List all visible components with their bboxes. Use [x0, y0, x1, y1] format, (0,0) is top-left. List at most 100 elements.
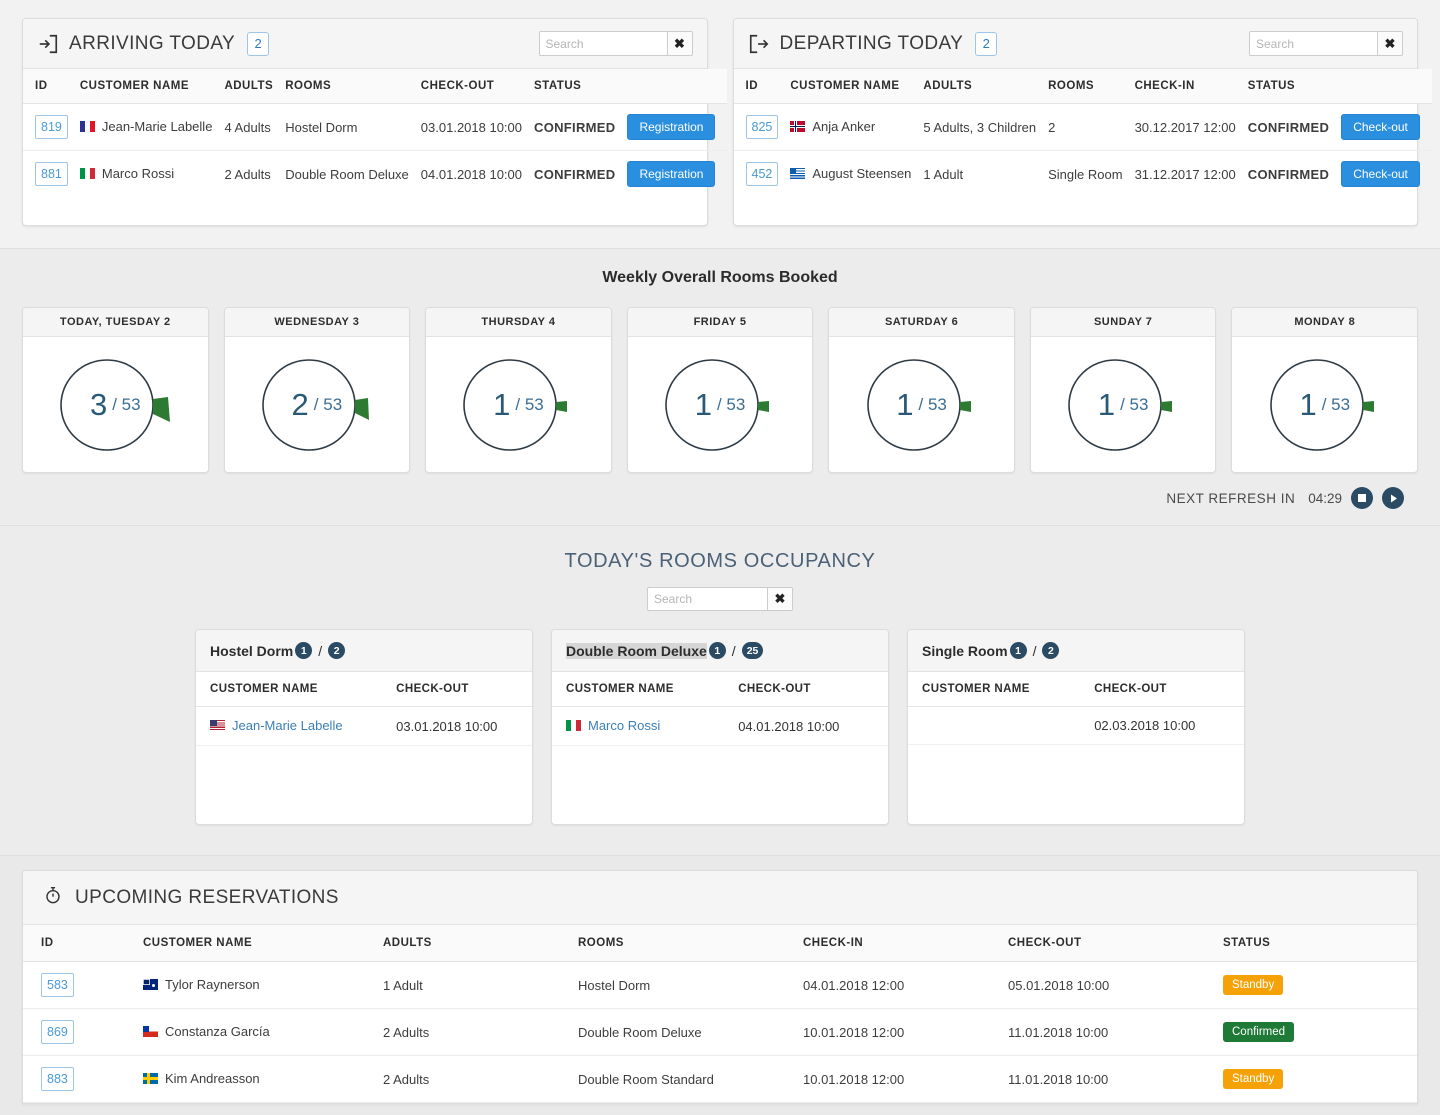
- registration-button[interactable]: Registration: [627, 161, 715, 187]
- room-value: Hostel Dorm: [568, 962, 793, 1009]
- reservation-id-badge[interactable]: 583: [41, 973, 74, 997]
- reservation-id-badge[interactable]: 869: [41, 1020, 74, 1044]
- status-badge: Confirmed: [1223, 1022, 1294, 1042]
- checkin-value: 30.12.2017 12:00: [1129, 104, 1242, 151]
- donut-chart: 1 / 53: [1260, 350, 1390, 460]
- col-status: STATUS: [1242, 69, 1335, 104]
- upcoming-panel-title: UPCOMING RESERVATIONS: [75, 887, 339, 909]
- day-card[interactable]: SATURDAY 6 1 / 53: [828, 307, 1015, 473]
- departing-today-panel: DEPARTING TODAY 2 ✖ ID CUSTOMER NAME ADU…: [733, 18, 1419, 226]
- occupancy-search-input[interactable]: [647, 587, 767, 611]
- room-type-name: Single Room: [922, 643, 1008, 659]
- checkin-value: 04.01.2018 12:00: [793, 962, 998, 1009]
- day-card[interactable]: FRIDAY 5 1 / 53: [627, 307, 814, 473]
- refresh-countdown: 04:29: [1308, 491, 1342, 506]
- room-type-name: Hostel Dorm: [210, 643, 293, 659]
- stopwatch-icon: [43, 885, 63, 910]
- table-row[interactable]: 883 Kim Andreasson 2 Adults Double Room …: [23, 1056, 1417, 1103]
- upcoming-header-row: ID CUSTOMER NAME ADULTS ROOMS CHECK-IN C…: [23, 925, 1417, 962]
- col-check-in: CHECK-IN: [793, 925, 998, 962]
- departing-search-input[interactable]: [1249, 31, 1377, 56]
- checkout-value: 03.01.2018 10:00: [415, 104, 528, 151]
- day-card[interactable]: SUNDAY 7 1 / 53: [1030, 307, 1217, 473]
- reservation-id-badge[interactable]: 452: [746, 162, 779, 186]
- col-status: STATUS: [1213, 925, 1417, 962]
- table-row[interactable]: 452 August Steensen 1 Adult Single Room …: [734, 151, 1432, 198]
- adults-value: 5 Adults, 3 Children: [917, 104, 1042, 151]
- checkout-value: 02.03.2018 10:00: [1080, 707, 1244, 745]
- arriving-search-clear-icon[interactable]: ✖: [667, 31, 693, 56]
- list-item[interactable]: 02.03.2018 10:00: [908, 707, 1244, 745]
- day-card[interactable]: TODAY, TUESDAY 2 3 / 53: [22, 307, 209, 473]
- total-count-badge: 25: [742, 642, 764, 659]
- day-card-title: SATURDAY 6: [829, 308, 1014, 337]
- arriving-search-input[interactable]: [539, 31, 667, 56]
- customer-name[interactable]: Jean-Marie Labelle: [232, 718, 343, 733]
- adults-value: 1 Adult: [373, 962, 568, 1009]
- occupancy-card-double-room-deluxe[interactable]: Double Room Deluxe 1 / 25 CUSTOMER NAME …: [551, 629, 889, 825]
- list-item[interactable]: Marco Rossi 04.01.2018 10:00: [552, 707, 888, 746]
- checkout-value: 11.01.2018 10:00: [998, 1009, 1213, 1056]
- day-card-title: THURSDAY 4: [426, 308, 611, 337]
- day-card[interactable]: THURSDAY 4 1 / 53: [425, 307, 612, 473]
- flag-icon-se: [143, 1073, 158, 1084]
- occupancy-table: CUSTOMER NAME CHECK-OUT Marco Rossi 04.0…: [552, 672, 888, 746]
- arrow-out-door-icon: [748, 33, 770, 55]
- status-badge: CONFIRMED: [528, 104, 621, 151]
- play-icon[interactable]: [1382, 487, 1404, 509]
- arriving-header-row: ID CUSTOMER NAME ADULTS ROOMS CHECK-OUT …: [23, 69, 727, 104]
- occupancy-search-clear-icon[interactable]: ✖: [767, 587, 793, 611]
- departing-count-badge: 2: [975, 32, 997, 56]
- customer-name[interactable]: Marco Rossi: [588, 718, 660, 733]
- col-id: ID: [23, 69, 74, 104]
- table-row[interactable]: 869 Constanza García 2 Adults Double Roo…: [23, 1009, 1417, 1056]
- list-item[interactable]: Jean-Marie Labelle 03.01.2018 10:00: [196, 707, 532, 746]
- room-value: Double Room Deluxe: [568, 1009, 793, 1056]
- col-action: [1335, 69, 1432, 104]
- upcoming-reservations-panel: UPCOMING RESERVATIONS ID CUSTOMER NAME A…: [22, 870, 1418, 1104]
- day-card[interactable]: WEDNESDAY 3 2 / 53: [224, 307, 411, 473]
- reservation-id-badge[interactable]: 881: [35, 162, 68, 186]
- arriving-search-box: ✖: [539, 31, 693, 56]
- day-card[interactable]: MONDAY 8 1 / 53: [1231, 307, 1418, 473]
- check-out-button[interactable]: Check-out: [1341, 114, 1420, 140]
- col-adults: ADULTS: [917, 69, 1042, 104]
- flag-icon-fr: [80, 121, 95, 132]
- reservation-id-badge[interactable]: 883: [41, 1067, 74, 1091]
- occupied-count-badge: 1: [709, 642, 726, 659]
- stop-icon[interactable]: [1351, 487, 1373, 509]
- upcoming-panel-header: UPCOMING RESERVATIONS: [23, 871, 1417, 925]
- table-row[interactable]: 819 Jean-Marie Labelle 4 Adults Hostel D…: [23, 104, 727, 151]
- checkout-value: 04.01.2018 10:00: [724, 707, 888, 746]
- table-row[interactable]: 583 Tylor Raynerson 1 Adult Hostel Dorm …: [23, 962, 1417, 1009]
- departing-panel-header: DEPARTING TODAY 2 ✖: [734, 19, 1418, 69]
- donut-chart: 1 / 53: [1058, 350, 1188, 460]
- reservation-id-badge[interactable]: 819: [35, 115, 68, 139]
- registration-button[interactable]: Registration: [627, 114, 715, 140]
- flag-icon-us: [210, 720, 225, 731]
- status-badge: CONFIRMED: [1242, 104, 1335, 151]
- day-card-body: 1 / 53: [1031, 337, 1216, 472]
- occupancy-card-single-room[interactable]: Single Room 1 / 2 CUSTOMER NAME CHECK-OU…: [907, 629, 1245, 825]
- table-row[interactable]: 825 Anja Anker 5 Adults, 3 Children 2 30…: [734, 104, 1432, 151]
- day-card-title: TODAY, TUESDAY 2: [23, 308, 208, 337]
- departing-search-clear-icon[interactable]: ✖: [1377, 31, 1403, 56]
- occupancy-card-header: Single Room 1 / 2: [908, 630, 1244, 672]
- day-card-body: 1 / 53: [829, 337, 1014, 472]
- occupancy-card-hostel-dorm[interactable]: Hostel Dorm 1 / 2 CUSTOMER NAME CHECK-OU…: [195, 629, 533, 825]
- reservation-id-badge[interactable]: 825: [746, 115, 779, 139]
- checkin-value: 10.01.2018 12:00: [793, 1056, 998, 1103]
- adults-value: 4 Adults: [218, 104, 279, 151]
- upcoming-reservations-section: UPCOMING RESERVATIONS ID CUSTOMER NAME A…: [0, 856, 1440, 1104]
- col-check-out: CHECK-OUT: [1080, 672, 1244, 707]
- adults-value: 2 Adults: [373, 1056, 568, 1103]
- checkout-value: 03.01.2018 10:00: [382, 707, 532, 746]
- todays-rooms-occupancy-section: TODAY'S ROOMS OCCUPANCY ✖ Hostel Dorm 1 …: [0, 526, 1440, 856]
- col-customer-name: CUSTOMER NAME: [552, 672, 724, 707]
- checkout-value: 11.01.2018 10:00: [998, 1056, 1213, 1103]
- table-row[interactable]: 881 Marco Rossi 2 Adults Double Room Del…: [23, 151, 727, 198]
- arriving-panel-title: ARRIVING TODAY: [69, 33, 235, 55]
- room-type-name: Double Room Deluxe: [566, 643, 707, 659]
- check-out-button[interactable]: Check-out: [1341, 161, 1420, 187]
- col-adults: ADULTS: [218, 69, 279, 104]
